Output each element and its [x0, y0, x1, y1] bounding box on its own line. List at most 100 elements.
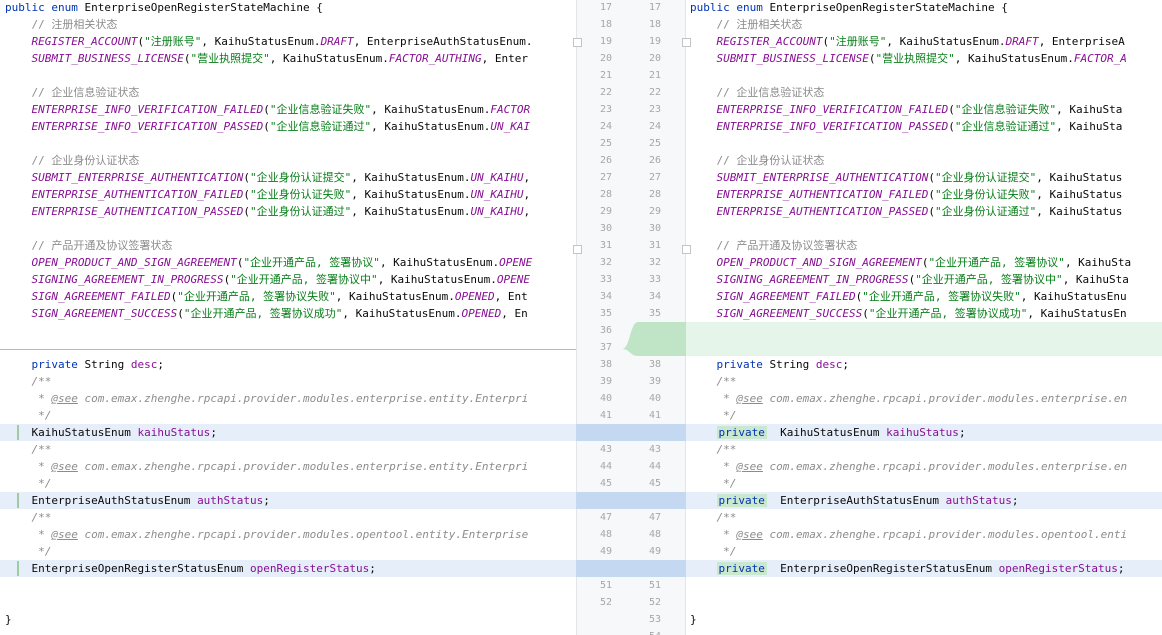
- left-code-line: /**: [0, 373, 576, 390]
- left-code-line: public enum EnterpriseOpenRegisterStateM…: [0, 0, 576, 16]
- code-token: private: [716, 358, 763, 371]
- code-text: REGISTER_ACCOUNT("注册账号", KaihuStatusEnum…: [690, 33, 1125, 50]
- code-text: // 企业信息验证状态: [5, 84, 140, 101]
- fold-marker-icon[interactable]: [682, 38, 691, 47]
- code-token: com.emax.zhenghe.rpcapi.provider.modules…: [77, 392, 529, 405]
- code-token: , KaihuStatusEnum.: [954, 52, 1074, 65]
- right-code-line: [686, 220, 1162, 237]
- code-token: , KaihuStatusEnum.: [371, 103, 491, 116]
- code-token: public: [690, 1, 730, 14]
- code-token: KaihuStatusEnum: [5, 426, 138, 439]
- insertion-marker-line: [0, 349, 576, 350]
- code-token: (: [948, 103, 955, 116]
- code-token: REGISTER_ACCOUNT: [31, 35, 138, 48]
- right-code-line: */: [686, 475, 1162, 492]
- code-text: */: [5, 407, 51, 424]
- code-token: SIGN_AGREEMENT_FAILED: [31, 290, 171, 303]
- code-token: // 企业身份认证状态: [31, 154, 140, 167]
- right-code-line: ENTERPRISE_INFO_VERIFICATION_FAILED("企业信…: [686, 101, 1162, 118]
- right-code-line: OPEN_PRODUCT_AND_SIGN_AGREEMENT("企业开通产品,…: [686, 254, 1162, 271]
- code-token: EnterpriseAuthStatusEnum: [766, 494, 946, 507]
- code-token: "企业身份认证提交": [250, 171, 352, 184]
- code-token: /**: [31, 511, 52, 524]
- code-token: UN_KAIHU: [470, 188, 524, 201]
- left-code-line: */: [0, 543, 576, 560]
- code-token: kaihuStatus: [886, 426, 959, 439]
- code-token: // 企业信息验证状态: [31, 86, 140, 99]
- right-code-line: public enum EnterpriseOpenRegisterStateM…: [686, 0, 1162, 16]
- code-token: , Enter: [481, 52, 528, 65]
- code-token: enum: [51, 1, 78, 14]
- code-text: /**: [690, 373, 737, 390]
- code-token: /**: [716, 511, 737, 524]
- left-code-line: [0, 577, 576, 594]
- code-token: "企业身份认证提交": [935, 171, 1037, 184]
- code-token: openRegisterStatus: [250, 562, 370, 575]
- code-text: private EnterpriseAuthStatusEnum authSta…: [690, 492, 1019, 509]
- code-token: , En: [501, 307, 528, 320]
- right-code-line: REGISTER_ACCOUNT("注册账号", KaihuStatusEnum…: [686, 33, 1162, 50]
- right-editor-pane[interactable]: public enum EnterpriseOpenRegisterStateM…: [686, 0, 1162, 635]
- code-token: /**: [31, 443, 52, 456]
- code-token: , KaihuStatusEnum.: [201, 35, 321, 48]
- code-token: "企业开通产品, 签署协议成功": [183, 307, 343, 320]
- code-text: SUBMIT_BUSINESS_LICENSE("营业执照提交", KaihuS…: [690, 50, 1127, 67]
- code-token: "企业开通产品, 签署协议中": [230, 273, 378, 286]
- code-text: private EnterpriseOpenRegisterStatusEnum…: [690, 560, 1125, 577]
- code-text: SIGNING_AGREEMENT_IN_PROGRESS("企业开通产品, 签…: [5, 271, 531, 288]
- left-code-line: */: [0, 475, 576, 492]
- left-code-line: /**: [0, 509, 576, 526]
- left-code-line: * @see com.emax.zhenghe.rpcapi.provider.…: [0, 390, 576, 407]
- code-token: EnterpriseOpenRegisterStatusEnum: [5, 562, 251, 575]
- code-token: , KaihuStatusEnum.: [371, 120, 491, 133]
- code-text: OPEN_PRODUCT_AND_SIGN_AGREEMENT("企业开通产品,…: [690, 254, 1132, 271]
- code-token: ;: [1117, 562, 1125, 575]
- left-editor-pane[interactable]: public enum EnterpriseOpenRegisterStateM…: [0, 0, 576, 635]
- code-token: // 产品开通及协议签署状态: [31, 239, 173, 252]
- right-code-line: // 企业信息验证状态: [686, 84, 1162, 101]
- code-token: DRAFT: [1005, 35, 1039, 48]
- code-token: ;: [842, 358, 849, 371]
- code-token: @see: [736, 528, 763, 541]
- code-token: ;: [210, 426, 217, 439]
- code-text: SIGN_AGREEMENT_FAILED("企业开通产品, 签署协议失败", …: [5, 288, 528, 305]
- code-token: /**: [31, 375, 52, 388]
- code-text: private String desc;: [5, 356, 164, 373]
- left-code-line: SIGN_AGREEMENT_SUCCESS("企业开通产品, 签署协议成功",…: [0, 305, 576, 322]
- code-text: // 产品开通及协议签署状态: [5, 237, 173, 254]
- code-text: ENTERPRISE_AUTHENTICATION_FAILED("企业身份认证…: [5, 186, 531, 203]
- left-code-line: * @see com.emax.zhenghe.rpcapi.provider.…: [0, 526, 576, 543]
- code-token: , Ent: [494, 290, 528, 303]
- code-token: (: [948, 120, 955, 133]
- right-code-line: private KaihuStatusEnum kaihuStatus;: [686, 424, 1162, 441]
- code-token: FACTOR: [490, 103, 531, 116]
- code-token: SUBMIT_ENTERPRISE_AUTHENTICATION: [31, 171, 244, 184]
- fold-marker-icon[interactable]: [682, 245, 691, 254]
- diff-connectors: [576, 322, 686, 577]
- code-text: // 企业身份认证状态: [5, 152, 140, 169]
- code-token: @see: [51, 460, 78, 473]
- right-code-line: // 企业身份认证状态: [686, 152, 1162, 169]
- code-token: , KaihuSta: [1062, 273, 1129, 286]
- code-token: , KaihuStatusEnum.: [342, 307, 462, 320]
- left-code-line: */: [0, 407, 576, 424]
- code-token: private: [716, 562, 767, 575]
- left-code-line: [0, 67, 576, 84]
- code-token: , KaihuStatusEn: [1027, 307, 1127, 320]
- fold-marker-icon[interactable]: [573, 245, 582, 254]
- code-token: ,: [523, 171, 531, 184]
- fold-marker-icon[interactable]: [573, 38, 582, 47]
- code-token: private: [31, 358, 78, 371]
- right-code-line: [686, 577, 1162, 594]
- code-text: // 企业信息验证状态: [690, 84, 825, 101]
- code-token: ;: [958, 426, 966, 439]
